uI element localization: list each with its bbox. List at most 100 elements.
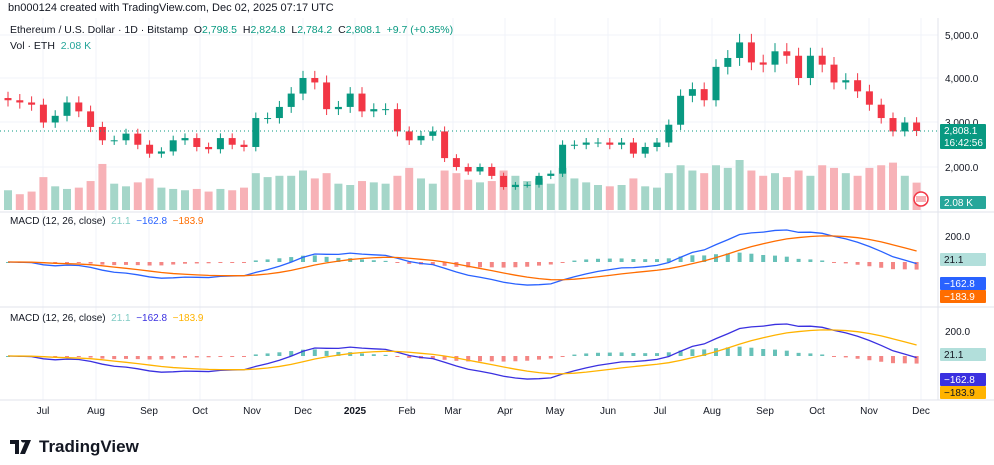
candle-body [4,98,12,101]
chart-canvas[interactable]: 2,000.03,000.04,000.05,000.0200.0200.0Ju… [0,0,994,465]
histogram-bar [891,356,895,364]
candle-body [806,55,814,78]
volume-bar [877,165,886,210]
candle-body [629,142,637,154]
histogram-bar [242,356,246,357]
tradingview-logo-icon [10,440,31,454]
symbol-title[interactable]: Ethereum / U.S. Dollar · 1D · Bitstamp [10,24,188,36]
time-tick: May [546,406,565,417]
histogram-bar [773,255,777,262]
histogram-bar [737,252,742,262]
volume-bar [251,173,260,210]
volume-bar [428,183,437,210]
macd-axis-tick: 200.0 [945,327,970,338]
histogram-bar [277,352,282,356]
volume-bar [322,173,331,210]
logo-text: TradingView [39,437,139,456]
time-tick: Mar [444,406,462,417]
macd-panel-1 [6,229,919,286]
histogram-bar [76,262,81,263]
macd-line-value: −162.8 [136,313,168,324]
histogram-bar [879,356,884,362]
price-tick: 2,000.0 [945,163,979,174]
volume-bar [487,181,496,210]
histogram-bar [513,356,518,362]
open-label: O [193,24,202,36]
histogram-bar [324,256,329,262]
histogram-bar [631,353,636,356]
volume-bar [865,167,874,210]
volume-bar [381,183,390,210]
histogram-bar [548,356,553,359]
histogram-bar [560,262,565,263]
time-tick: Aug [87,406,105,417]
macd-label[interactable]: MACD (12, 26, close) [10,216,106,227]
candle-body [75,102,83,112]
histogram-bar [218,262,223,263]
histogram-bar [596,352,600,356]
histogram-bar [100,262,105,265]
candle-body [228,138,236,145]
histogram-bar [643,353,648,356]
volume-value: 2.08 K [60,40,92,52]
histogram-bar [265,259,270,262]
candle-body [287,93,295,107]
time-tick: Nov [860,406,878,417]
candle-body [299,78,307,94]
volume-bar [393,175,402,210]
volume-bar [334,183,343,210]
histogram-bar [737,346,742,356]
candle-body [193,138,201,147]
histogram-bar [773,349,777,356]
candle-body [771,51,779,65]
volume-badge-text: 2.08 K [944,198,973,209]
volume-bar [216,188,225,210]
volume-bar [86,181,95,210]
histogram-bar [820,354,825,356]
histogram-bar [135,356,140,360]
volume-bar [346,185,355,210]
histogram-bar [383,354,388,356]
candle-body [393,109,401,132]
histogram-bar [902,356,907,364]
histogram-bar [761,349,766,356]
candle-body [134,133,142,145]
volume-bar [51,186,60,210]
histogram-bar [242,262,246,263]
volume-bar [653,187,661,210]
candle-body [216,138,224,150]
volume-bar [133,182,142,210]
histogram-bar [76,356,81,357]
volume-bar [723,167,732,210]
candle-body [913,122,921,132]
histogram-bar [796,352,801,356]
histogram-bar [501,356,506,362]
candle-body [854,80,862,92]
candle-body [39,104,47,123]
volume-bar [358,181,366,210]
histogram-bar [891,262,895,270]
volume-bar [771,173,779,210]
candle-body [582,142,590,145]
candle-body [783,51,791,56]
volume-bar [405,167,414,210]
histogram-bar [206,262,211,264]
volume-bar [74,187,83,210]
candle-body [889,118,897,132]
histogram-bar [159,262,164,266]
histogram-bar [218,356,223,357]
histogram-bar [855,356,860,359]
candle-body [606,142,614,145]
histogram-bar [843,356,848,358]
tradingview-logo[interactable]: TradingView [10,437,139,457]
volume-bar [452,173,461,210]
macd-label[interactable]: MACD (12, 26, close) [10,313,106,324]
candle-body [547,173,555,176]
histogram-bar [265,353,270,356]
histogram-bar [112,262,117,266]
volume-bar [629,178,638,210]
volume-bar [830,167,838,210]
histogram-bar [619,352,624,356]
histogram-bar [112,356,117,360]
time-tick: Sep [140,406,158,417]
